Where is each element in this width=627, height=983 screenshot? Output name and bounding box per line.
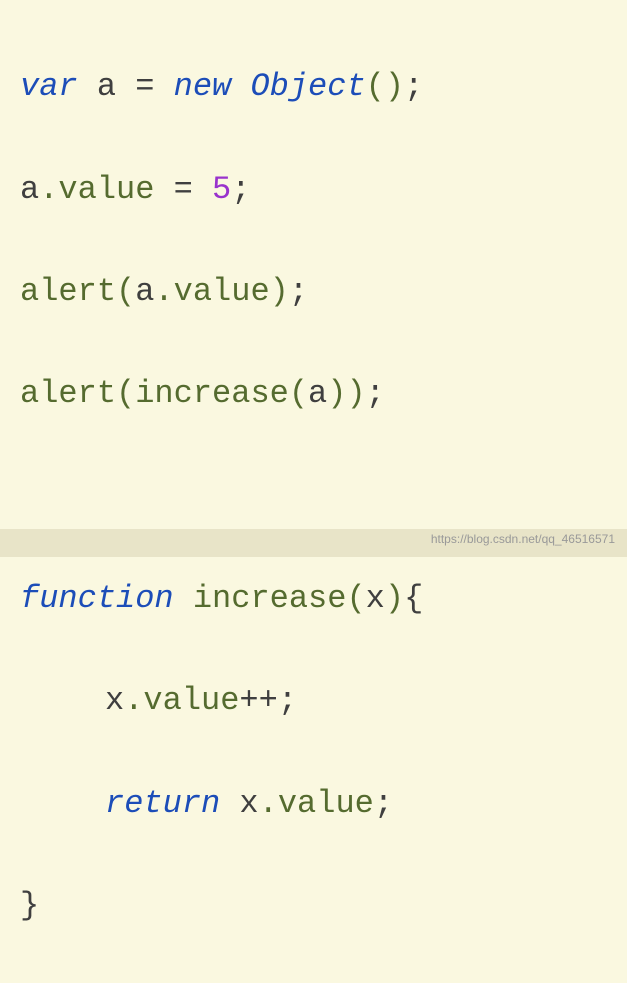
- param-x: x: [366, 580, 385, 617]
- keyword-return: return: [105, 785, 220, 822]
- fn-increase: increase: [193, 580, 347, 617]
- code-line-4: alert(increase(a));: [20, 368, 607, 419]
- code-line-8: return x.value;: [20, 778, 607, 829]
- code-line-1: var a = new Object();: [20, 61, 607, 112]
- code-line-6: function increase(x){: [20, 573, 607, 624]
- var-a: a: [20, 171, 39, 208]
- code-line-2: a.value = 5;: [20, 164, 607, 215]
- fn-alert: alert: [20, 375, 116, 412]
- prop-value: value: [58, 171, 154, 208]
- code-line-3: alert(a.value);: [20, 266, 607, 317]
- fn-increase: increase: [135, 375, 289, 412]
- var-a: a: [97, 68, 116, 105]
- code-line-7: x.value++;: [20, 675, 607, 726]
- watermark-text: https://blog.csdn.net/qq_46516571: [431, 530, 615, 549]
- code-line-blank: [20, 471, 607, 522]
- number-literal: 5: [212, 171, 231, 208]
- keyword-var: var: [20, 68, 78, 105]
- code-block: var a = new Object(); a.value = 5; alert…: [20, 10, 607, 983]
- code-line-9: }: [20, 880, 607, 931]
- keyword-new: new: [174, 68, 232, 105]
- keyword-function: function: [20, 580, 174, 617]
- fn-alert: alert: [20, 273, 116, 310]
- type-object: Object: [250, 68, 365, 105]
